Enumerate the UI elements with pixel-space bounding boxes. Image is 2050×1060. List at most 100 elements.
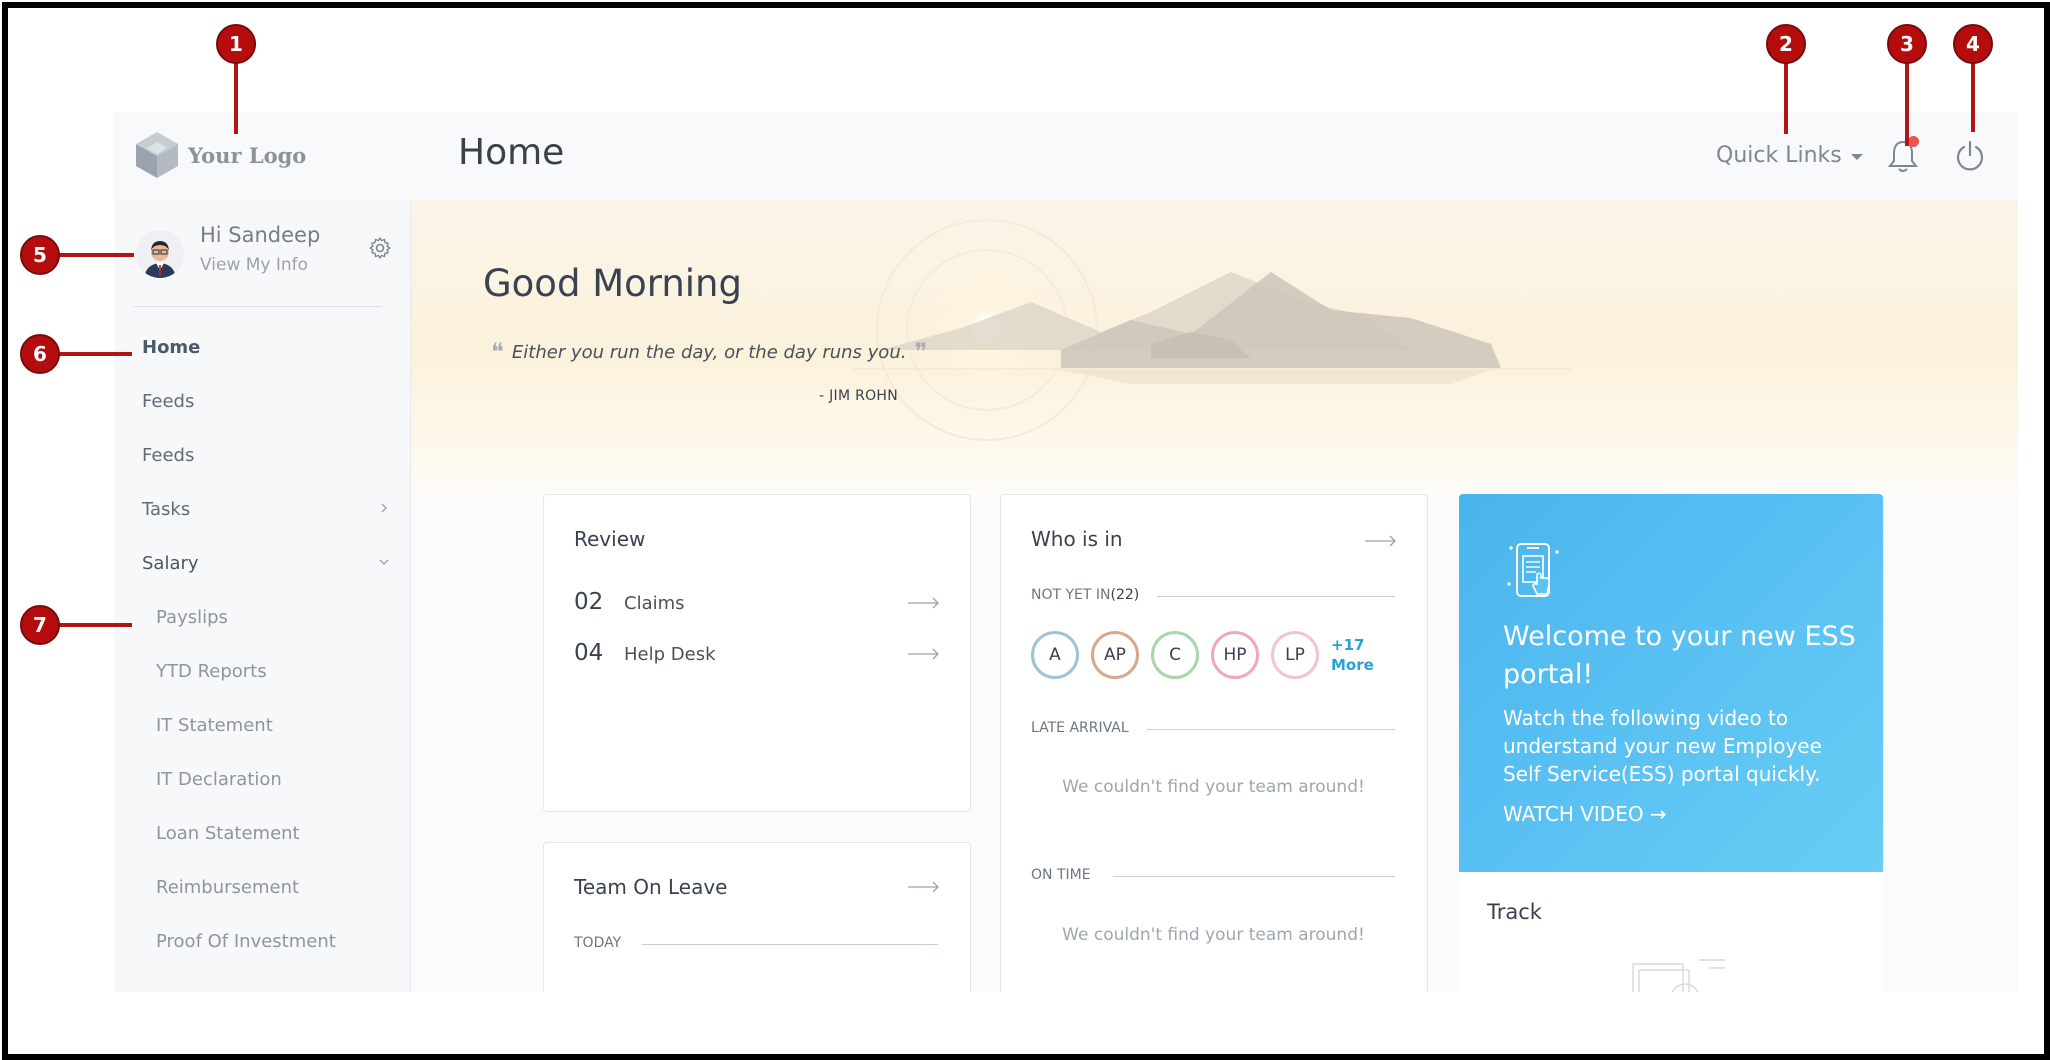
review-card: Review 02 Claims 04 Help Desk — [543, 494, 971, 812]
sidebar-item-it-statement[interactable]: IT Statement — [114, 698, 410, 752]
person-bubble-ap[interactable]: AP — [1091, 631, 1139, 679]
logo[interactable]: Your Logo — [134, 130, 306, 180]
sidebar-nav: Home Feeds Feeds Tasks Salary Payslips Y… — [114, 320, 410, 968]
gear-icon[interactable] — [368, 236, 392, 260]
sidebar-item-label: YTD Reports — [156, 660, 267, 682]
marker-1-line — [234, 62, 238, 134]
sidebar-item-label: Feeds — [142, 390, 195, 412]
sidebar-item-reimbursement[interactable]: Reimbursement — [114, 860, 410, 914]
marker-3-line — [1905, 62, 1909, 146]
help-desk-label: Help Desk — [624, 644, 716, 665]
arrow-right-icon[interactable] — [908, 881, 940, 893]
marker-5-line — [58, 253, 134, 257]
marker-7-line — [58, 623, 132, 627]
avatar[interactable] — [136, 230, 184, 278]
more-label: More — [1331, 656, 1374, 674]
sidebar-item-it-declaration[interactable]: IT Declaration — [114, 752, 410, 806]
not-yet-in-divider — [1157, 596, 1395, 597]
more-people-link[interactable]: +17 More — [1331, 635, 1374, 675]
annotation-marker-7: 7 — [20, 605, 60, 645]
sidebar-item-feeds[interactable]: Feeds — [114, 374, 410, 428]
who-is-in-card: Who is in NOT YET IN(22) A AP C HP LP +1… — [1000, 494, 1428, 992]
annotation-marker-6: 6 — [20, 334, 60, 374]
user-greeting: Hi Sandeep — [200, 223, 321, 247]
welcome-card: Welcome to your new ESS portal! Watch th… — [1459, 494, 1883, 992]
claims-count: 02 — [574, 589, 604, 615]
sidebar-item-label: Loan Statement — [156, 822, 300, 844]
sidebar-item-label: Proof Of Investment — [156, 930, 336, 952]
page-title: Home — [458, 132, 565, 173]
welcome-description: Watch the following video to understand … — [1503, 706, 1822, 786]
not-yet-in-label: NOT YET IN(22) — [1031, 587, 1139, 603]
track-title: Track — [1487, 900, 1542, 924]
power-icon[interactable] — [1954, 140, 1986, 172]
sidebar-item-label: Salary — [142, 552, 199, 574]
today-divider — [642, 944, 938, 945]
arrow-right-icon[interactable] — [1365, 535, 1397, 547]
sidebar-item-label: Payslips — [156, 606, 228, 628]
greeting-banner: Good Morning ❝ Either you run the day, o… — [411, 200, 2018, 500]
sidebar-item-payslips[interactable]: Payslips — [114, 590, 410, 644]
sidebar-item-ytd-reports[interactable]: YTD Reports — [114, 644, 410, 698]
sidebar-item-label: Home — [142, 336, 201, 358]
person-bubble-a[interactable]: A — [1031, 631, 1079, 679]
welcome-title: Welcome to your new ESS portal! — [1503, 621, 1856, 690]
sidebar-item-salary[interactable]: Salary — [114, 536, 410, 590]
chevron-right-icon — [381, 503, 387, 513]
claims-label: Claims — [624, 593, 685, 614]
annotation-marker-2: 2 — [1766, 24, 1806, 64]
sidebar-item-proof-of-investment[interactable]: Proof Of Investment — [114, 914, 410, 968]
notification-dot — [1908, 136, 1919, 147]
sidebar-item-loan-statement[interactable]: Loan Statement — [114, 806, 410, 860]
ess-app: Your Logo Home Quick Links Hi Sandeep Vi… — [114, 112, 2018, 992]
sidebar: Hi Sandeep View My Info Home Feeds Feeds… — [114, 200, 411, 992]
close-quote-icon: ❞ — [914, 338, 928, 366]
caret-down-icon — [1850, 154, 1863, 160]
top-header: Your Logo Home Quick Links — [114, 112, 2018, 200]
annotation-marker-5: 5 — [20, 235, 60, 275]
logo-cube-icon — [136, 132, 178, 178]
late-arrival-label: LATE ARRIVAL — [1031, 720, 1129, 736]
not-yet-in-count: (22) — [1110, 587, 1140, 603]
marker-4-line — [1971, 62, 1975, 132]
mountain-illustration — [851, 220, 1571, 441]
watch-video-link[interactable]: WATCH VIDEO → — [1503, 802, 1667, 826]
quote-author: - JIM ROHN — [819, 388, 899, 404]
open-quote-icon: ❝ — [491, 338, 504, 366]
greeting-heading: Good Morning — [483, 262, 742, 305]
user-avatar-icon — [136, 230, 184, 278]
track-illustration-icon — [1632, 959, 1725, 992]
annotation-marker-1: 1 — [216, 24, 256, 64]
sidebar-item-label: IT Statement — [156, 714, 273, 736]
chevron-down-icon — [379, 559, 389, 565]
sidebar-item-feeds-2[interactable]: Feeds — [114, 428, 410, 482]
team-on-leave-title: Team On Leave — [574, 875, 728, 899]
welcome-banner: Welcome to your new ESS portal! Watch th… — [1459, 494, 1883, 872]
on-time-label: ON TIME — [1031, 867, 1091, 883]
review-title: Review — [574, 527, 646, 551]
who-is-in-title: Who is in — [1031, 527, 1123, 551]
sidebar-item-label: Feeds — [142, 444, 195, 466]
person-bubble-hp[interactable]: HP — [1211, 631, 1259, 679]
quick-links-label: Quick Links — [1716, 143, 1842, 168]
person-bubble-lp[interactable]: LP — [1271, 631, 1319, 679]
logo-text: Your Logo — [188, 142, 307, 168]
help-desk-count: 04 — [574, 640, 604, 666]
more-count: +17 — [1331, 636, 1365, 654]
on-time-divider — [1113, 876, 1395, 877]
daily-quote: ❝ Either you run the day, or the day run… — [483, 338, 935, 366]
person-bubble-c[interactable]: C — [1151, 631, 1199, 679]
quick-links-dropdown[interactable]: Quick Links — [1716, 143, 1863, 168]
view-my-info-link[interactable]: View My Info — [200, 255, 308, 275]
sidebar-item-tasks[interactable]: Tasks — [114, 482, 410, 536]
late-arrival-divider — [1147, 729, 1395, 730]
annotation-marker-3: 3 — [1887, 24, 1927, 64]
sidebar-item-label: Tasks — [142, 498, 191, 520]
sidebar-item-home[interactable]: Home — [114, 320, 410, 374]
mobile-document-icon — [1507, 543, 1559, 597]
sidebar-item-label: IT Declaration — [156, 768, 282, 790]
arrow-right-icon[interactable] — [908, 648, 940, 660]
arrow-right-icon[interactable] — [908, 597, 940, 609]
quote-text: Either you run the day, or the day runs … — [511, 341, 907, 363]
marker-2-line — [1784, 62, 1788, 134]
